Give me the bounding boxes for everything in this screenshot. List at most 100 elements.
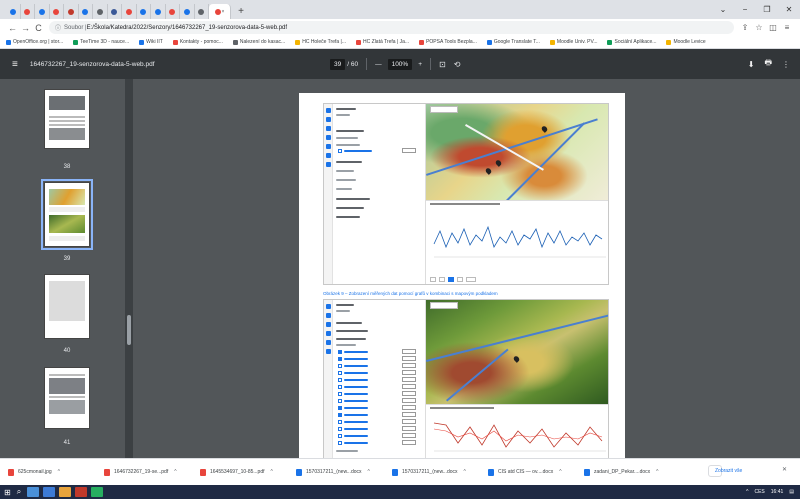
browser-tab[interactable] [21,4,35,19]
download-options-chevron-icon[interactable]: ^ [559,469,561,475]
browser-tab[interactable] [137,4,151,19]
fit-page-icon[interactable]: ⊡ [439,60,446,69]
bookmark-item[interactable]: Wiki IIT [139,39,163,45]
zoom-in-button[interactable]: + [418,61,422,68]
explorer-icon[interactable] [59,487,72,497]
download-item[interactable]: zadani_DP_Pekar....docx ^ [584,468,680,476]
browser-tab[interactable] [64,4,79,19]
bookmark-item[interactable]: HC Zlatá Trefa | Ja... [356,39,409,45]
sidebar-scrollbar[interactable] [125,79,133,458]
address-bar[interactable]: ⓘ Soubor | E:/Škola/Katedra/2022/Senzory… [49,21,734,34]
download-icon[interactable]: ⬇ [748,60,755,69]
bookmark-item[interactable]: Kontakty - pomoc... [172,39,223,45]
bookmark-item[interactable]: Moodle Levice [666,39,706,45]
search-icon[interactable]: ⌕ [17,487,21,497]
scrollbar-thumb[interactable] [127,315,131,345]
clock[interactable]: 16:41 [771,489,784,495]
bookmark-item[interactable]: OpenOffice.org | stor... [6,39,63,45]
browser-tab[interactable] [108,4,122,19]
bookmark-item[interactable]: Moodle Univ. PV... [549,39,597,45]
show-all-downloads-button[interactable]: Zobrazit vše [708,465,742,477]
notifications-icon[interactable]: ▤ [789,489,794,495]
browser-tab[interactable] [50,4,64,19]
browser-tab[interactable] [166,4,180,19]
zoom-input[interactable]: 100% [387,58,413,70]
minimize-button[interactable]: − [734,0,756,19]
bookmark-item[interactable]: TeeTime 3D - nauce... [73,39,129,45]
download-options-chevron-icon[interactable]: ^ [271,469,273,475]
browser-tab[interactable] [93,4,108,19]
browser-tab[interactable] [122,4,137,19]
tab-favicon-icon [24,8,31,15]
tab-search-icon[interactable]: ⌄ [712,0,734,19]
browser-tab[interactable] [180,4,195,19]
start-icon[interactable]: ⊞ [4,488,11,497]
thumbnail-page-38[interactable] [44,89,90,149]
app-icon[interactable] [75,487,88,497]
language-indicator[interactable]: CES [754,489,764,495]
close-window-button[interactable]: ✕ [778,0,800,19]
new-tab-button[interactable]: + [235,4,247,19]
browser-tab[interactable] [151,4,166,19]
sensor-checkbox [338,364,342,368]
tab-favicon-icon [67,8,74,15]
forward-button[interactable]: → [19,23,32,33]
thumbnail-page-40[interactable] [44,274,90,339]
bookmark-label: Wiki IIT [146,39,163,45]
site-info-icon[interactable]: ⓘ [55,23,61,32]
downloads-bar: 625cmonail.jpg ^ 1646732267_19-se...pdf ^ 16… [0,458,800,485]
close-downloads-button[interactable]: ✕ [782,466,787,473]
thumbnail-page-41[interactable] [44,367,90,429]
close-tab-icon[interactable]: × [222,9,225,15]
download-options-chevron-icon[interactable]: ^ [368,469,370,475]
zoom-out-button[interactable]: — [375,61,382,68]
task-view-icon[interactable] [27,487,40,497]
menu-icon[interactable]: ≡ [12,59,18,70]
sensor-label [344,428,368,430]
back-button[interactable]: ← [6,23,19,33]
bookmark-item[interactable]: Google Translate T... [486,39,540,45]
url-text[interactable]: E:/Škola/Katedra/2022/Senzory/1646732267… [87,25,287,31]
download-options-chevron-icon[interactable]: ^ [464,469,466,475]
download-item[interactable]: 1570317211_(new...docx ^ [392,468,488,476]
thumbnail-page-39[interactable] [41,179,93,250]
download-options-chevron-icon[interactable]: ^ [174,469,176,475]
bookmark-item[interactable]: HC Holeče Trefa |... [295,39,346,45]
app-icon[interactable] [91,487,104,497]
pdf-page-controls: 39 / 60 — 100% + ⊡ ⟲ [330,49,460,79]
download-options-chevron-icon[interactable]: ^ [58,469,60,475]
print-icon[interactable]: 🖶 [764,57,772,71]
share-icon[interactable]: ⇪ [738,23,752,32]
bookmark-label: HC Zlatá Trefa | Ja... [363,39,410,45]
download-item[interactable]: 1570317211_(new...docx ^ [296,468,392,476]
page-number-input[interactable]: 39 [330,58,346,70]
pdf-viewer[interactable]: Obrázek 9 – Zobrazení měřených dat pomoc… [134,79,800,458]
bookmark-item[interactable]: Nalezení do kasac... [232,39,285,45]
browser-tab[interactable] [35,4,50,19]
download-item[interactable]: 1646732267_19-se...pdf ^ [104,468,200,476]
active-tab[interactable]: × [209,4,231,19]
download-item[interactable]: 1645534697_10-85...pdf ^ [200,468,296,476]
download-filename: 1570317211_(new...docx [402,469,458,475]
file-icon [104,468,110,476]
sensor-label [344,442,368,444]
bookmark-item[interactable]: POPSA Tools Bezpla... [419,39,477,45]
profile-menu-icon[interactable]: ≡ [780,23,794,32]
restore-button[interactable]: ❐ [756,0,778,19]
sensor-option-button [402,412,416,417]
browser-tab[interactable] [79,4,93,19]
reload-button[interactable]: C [32,23,45,33]
more-options-icon[interactable]: ⋮ [782,60,790,69]
tray-chevron-icon[interactable]: ^ [746,489,748,495]
browser-tab[interactable] [195,4,209,19]
download-options-chevron-icon[interactable]: ^ [656,469,658,475]
bookmark-label: POPSA Tools Bezpla... [426,39,477,45]
app-icon[interactable] [43,487,56,497]
rotate-icon[interactable]: ⟲ [454,60,461,69]
download-item[interactable]: CIS atd CIS — ov....docx ^ [488,468,584,476]
side-panel-icon[interactable]: ◫ [766,23,780,32]
bookmark-item[interactable]: Sociální Aplikace... [607,39,656,45]
bookmark-star-icon[interactable]: ☆ [752,23,766,32]
download-item[interactable]: 625cmonail.jpg ^ [8,468,104,476]
browser-tab[interactable] [6,4,21,19]
